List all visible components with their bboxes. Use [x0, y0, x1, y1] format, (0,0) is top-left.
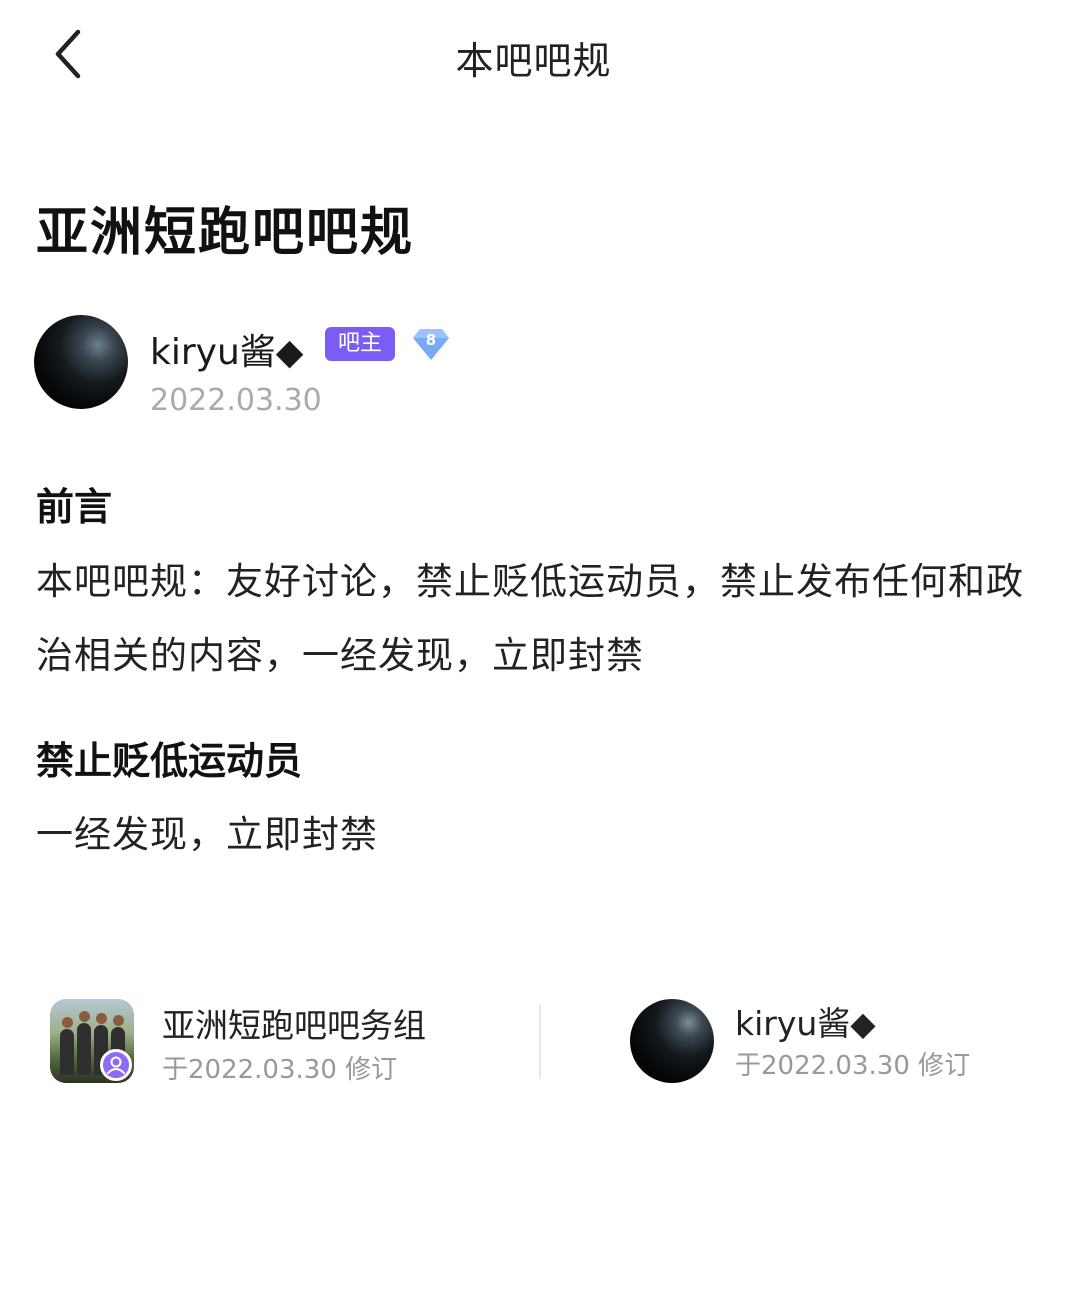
reviser-avatar	[630, 999, 714, 1083]
section-heading-preface: 前言	[36, 485, 113, 529]
revision-divider	[539, 1005, 541, 1079]
revision-footer: 亚洲短跑吧吧务组 于2022.03.30 修订 kiryu酱◆ 于2022.03…	[0, 995, 1067, 1095]
revision-group-meta: 于2022.03.30 修订	[162, 1055, 398, 1085]
rules-page: 本吧吧规 亚洲短跑吧吧规 kiryu酱◆ 吧主 8 2022.03.30 前言 …	[0, 0, 1067, 1308]
revision-user[interactable]: kiryu酱◆ 于2022.03.30 修订	[630, 995, 1050, 1095]
section-heading-no-belittling: 禁止贬低运动员	[36, 739, 303, 783]
section-body-no-belittling: 一经发现，立即封禁	[36, 813, 378, 856]
author-avatar[interactable]	[34, 315, 128, 409]
post-date: 2022.03.30	[150, 383, 322, 418]
group-member-icon	[100, 1049, 132, 1081]
page-title: 本吧吧规	[455, 39, 612, 83]
revision-group-name: 亚洲短跑吧吧务组	[162, 1006, 426, 1045]
author-name[interactable]: kiryu酱◆	[150, 323, 303, 375]
owner-badge: 吧主	[325, 327, 396, 361]
revision-user-name: kiryu酱◆	[735, 1004, 876, 1043]
author-block: kiryu酱◆ 吧主 8 2022.03.30	[34, 315, 734, 418]
revision-group[interactable]: 亚洲短跑吧吧务组 于2022.03.30 修订	[50, 995, 520, 1095]
level-number: 8	[425, 331, 437, 349]
top-nav-bar: 本吧吧规	[0, 0, 1067, 110]
revision-user-meta: 于2022.03.30 修订	[735, 1051, 971, 1081]
level-badge: 8	[412, 327, 450, 361]
article-title: 亚洲短跑吧吧规	[36, 203, 415, 263]
section-body-preface: 本吧吧规：友好讨论，禁止贬低运动员，禁止发布任何和政治相关的内容，一经发现，立即…	[36, 560, 1024, 677]
